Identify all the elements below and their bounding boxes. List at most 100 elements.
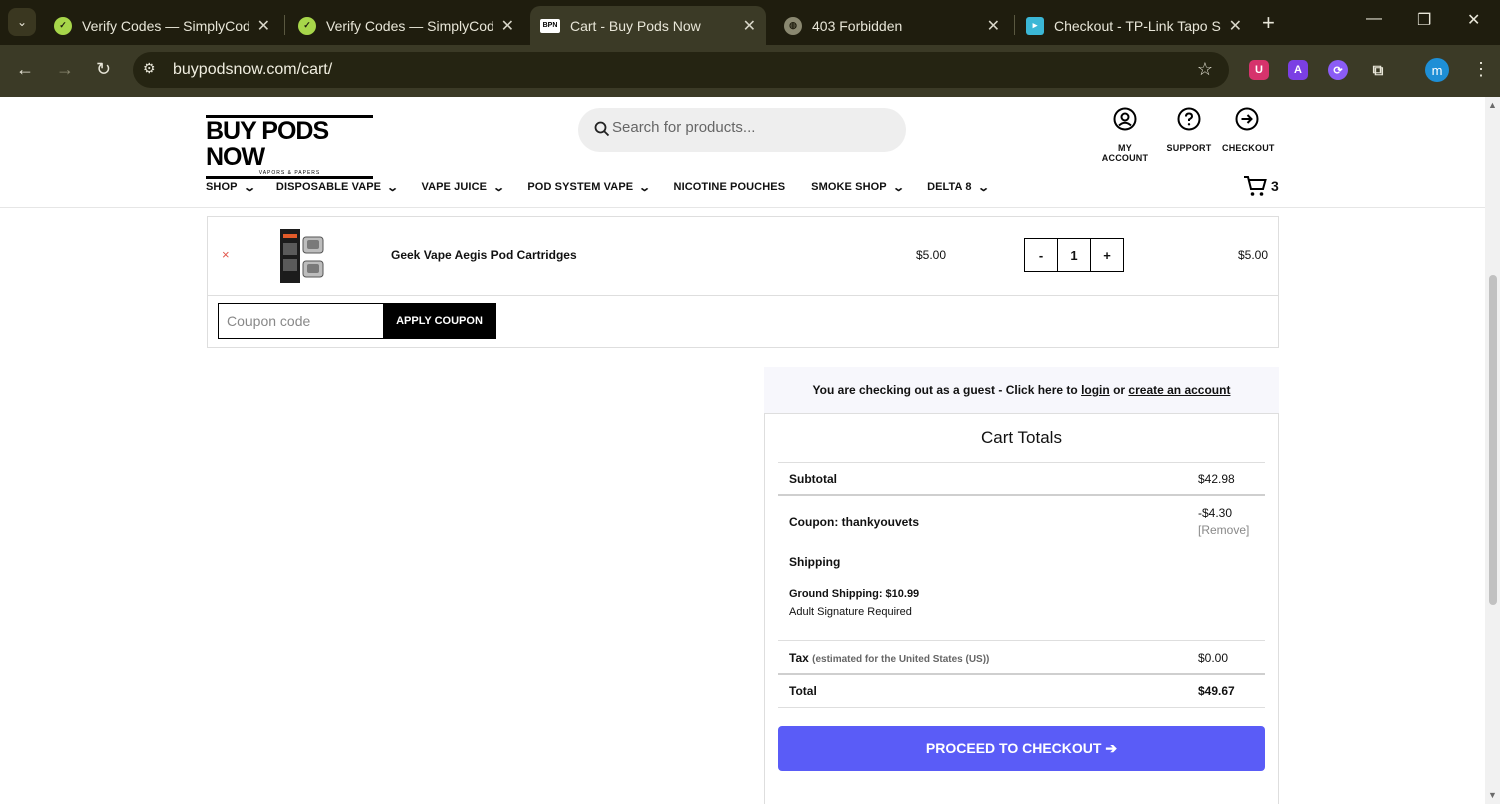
quantity-input[interactable]: 1 [1057, 239, 1091, 271]
cart-table: × Geek Vape Aegis Pod Cartridges $5.00 -… [207, 216, 1279, 348]
extension-a-icon[interactable]: A [1288, 60, 1308, 80]
coupon-label: Coupon: thankyouvets [789, 515, 920, 529]
close-tab-icon[interactable]: ✕ [987, 16, 1000, 36]
reload-icon[interactable]: ↻ [96, 59, 111, 80]
support-link[interactable]: SUPPORT [1166, 107, 1212, 153]
cart-count-badge: 3 [1271, 178, 1279, 194]
browser-tab-active[interactable]: BPN Cart - Buy Pods Now ✕ [530, 6, 766, 45]
cart-totals-title: Cart Totals [981, 428, 1062, 447]
line-subtotal: $5.00 [1237, 248, 1268, 262]
browser-tab-bar: ⌄ ✓ Verify Codes — SimplyCodes ✕ ✓ Verif… [0, 0, 1500, 45]
totals-divider [778, 494, 1265, 496]
create-account-link[interactable]: create an account [1128, 383, 1230, 397]
guest-checkout-notice: You are checking out as a guest - Click … [764, 367, 1279, 413]
tax-note: (estimated for the United States (US)) [812, 654, 990, 665]
browser-tab[interactable]: ◍ 403 Forbidden ✕ [774, 6, 1010, 45]
my-account-link[interactable]: MY ACCOUNT [1094, 107, 1156, 163]
new-tab-icon[interactable]: + [1262, 10, 1275, 36]
remove-coupon-link[interactable]: [Remove] [1198, 523, 1249, 537]
forward-icon[interactable]: → [56, 59, 74, 80]
tapo-icon: ▸ [1026, 16, 1044, 35]
product-search[interactable] [578, 108, 906, 152]
minimize-icon[interactable]: — [1366, 10, 1382, 28]
profile-avatar[interactable]: m [1425, 58, 1449, 82]
nav-item-smoke-shop[interactable]: SMOKE SHOP ⌄ [811, 177, 905, 197]
back-icon[interactable]: ← [16, 59, 34, 80]
nav-item-vape-juice[interactable]: VAPE JUICE ⌄ [421, 177, 506, 197]
close-tab-icon[interactable]: ✕ [743, 16, 756, 36]
bookmark-star-icon[interactable]: ☆ [1197, 59, 1213, 80]
cart-icon [1244, 176, 1267, 196]
product-price: $5.00 [916, 248, 947, 262]
ublock-extension-icon[interactable]: U [1249, 60, 1269, 80]
product-name-link[interactable]: Geek Vape Aegis Pod Cartridges [391, 248, 577, 262]
remove-item-button[interactable]: × [222, 247, 230, 262]
url-text[interactable]: buypodsnow.com/cart/ [173, 61, 332, 79]
close-tab-icon[interactable]: ✕ [501, 16, 514, 36]
search-icon [594, 121, 610, 137]
close-tab-icon[interactable]: ✕ [1229, 16, 1242, 36]
site-info-icon[interactable]: ⚙ [143, 60, 161, 78]
nav-label: SHOP [206, 181, 238, 193]
tab-title: Verify Codes — SimplyCodes [82, 17, 249, 34]
login-link[interactable]: login [1081, 383, 1110, 397]
logo-text: BUY PODS NOW [206, 115, 373, 170]
chevron-down-icon: ⌄ [386, 181, 400, 194]
nav-label: POD SYSTEM VAPE [527, 181, 634, 193]
main-nav: SHOP ⌄ DISPOSABLE VAPE ⌄ VAPE JUICE ⌄ POD S… [206, 177, 1008, 197]
scrollbar-thumb[interactable] [1489, 275, 1497, 605]
address-bar[interactable]: ⚙ buypodsnow.com/cart/ ☆ [133, 52, 1229, 88]
tab-search-button[interactable]: ⌄ [8, 8, 36, 36]
apply-coupon-button[interactable]: APPLY COUPON [383, 303, 496, 339]
page-content: BUY PODS NOW VAPORS & PAPERS MY ACCOUNT … [0, 97, 1500, 804]
quantity-increase-button[interactable]: + [1091, 239, 1123, 271]
nav-item-nicotine-pouches[interactable]: NICOTINE POUCHES [674, 177, 786, 197]
guest-notice-text: You are checking out as a guest - Click … [812, 383, 1078, 397]
chevron-down-icon: ⌄ [638, 181, 652, 194]
total-label: Total [789, 684, 817, 698]
support-label: SUPPORT [1166, 143, 1212, 153]
nav-label: DISPOSABLE VAPE [275, 181, 382, 193]
browser-tab[interactable]: ▸ Checkout - TP-Link Tapo Sto ✕ [1016, 6, 1252, 45]
proceed-to-checkout-button[interactable]: PROCEED TO CHECKOUT ➔ [778, 726, 1265, 771]
extension-icon[interactable]: ⟳ [1328, 60, 1348, 80]
my-account-label: MY ACCOUNT [1101, 143, 1149, 163]
close-window-icon[interactable]: ✕ [1467, 10, 1480, 30]
page-scrollbar[interactable]: ▲ ▼ [1485, 97, 1500, 804]
nav-item-delta-8[interactable]: DELTA 8 ⌄ [927, 177, 990, 197]
product-thumbnail[interactable] [280, 229, 326, 283]
site-logo[interactable]: BUY PODS NOW VAPORS & PAPERS [206, 115, 373, 179]
tab-separator [1014, 15, 1015, 35]
totals-divider [778, 673, 1265, 675]
nav-label: VAPE JUICE [421, 181, 488, 193]
nav-item-shop[interactable]: SHOP ⌄ [206, 177, 256, 197]
scroll-down-arrow-icon[interactable]: ▼ [1488, 790, 1497, 800]
browser-toolbar: ← → ↻ ⚙ buypodsnow.com/cart/ ☆ U A ⟳ ⧉ m… [0, 45, 1500, 97]
quantity-decrease-button[interactable]: - [1025, 239, 1057, 271]
puzzle-extensions-icon[interactable]: ⧉ [1368, 60, 1388, 80]
tab-title: Checkout - TP-Link Tapo Sto [1054, 17, 1221, 34]
browser-tab[interactable]: ✓ Verify Codes — SimplyCodes ✕ [44, 6, 280, 45]
tab-title: 403 Forbidden [812, 17, 903, 34]
chevron-down-icon: ⌄ [492, 181, 506, 194]
totals-divider [778, 462, 1265, 463]
menu-kebab-icon[interactable]: ⋮ [1472, 59, 1490, 80]
nav-item-disposable-vape[interactable]: DISPOSABLE VAPE ⌄ [275, 177, 400, 197]
tax-label: Tax [789, 651, 809, 665]
browser-tab[interactable]: ✓ Verify Codes — SimplyCodes ✕ [288, 6, 524, 45]
search-input[interactable] [612, 119, 882, 136]
shipping-method: Ground Shipping: $10.99 [789, 588, 920, 600]
nav-label: DELTA 8 [927, 181, 972, 193]
chevron-down-icon: ⌄ [891, 181, 905, 194]
header-divider [0, 207, 1485, 208]
nav-item-pod-system-vape[interactable]: POD SYSTEM VAPE ⌄ [527, 177, 652, 197]
close-tab-icon[interactable]: ✕ [257, 16, 270, 36]
restore-icon[interactable]: ❐ [1417, 10, 1431, 30]
checkout-label: CHECKOUT [1222, 143, 1275, 153]
checkout-link[interactable]: CHECKOUT [1222, 107, 1275, 153]
scroll-up-arrow-icon[interactable]: ▲ [1488, 100, 1497, 110]
coupon-code-input[interactable] [218, 303, 384, 339]
header-cart[interactable]: 3 [1243, 175, 1279, 197]
totals-divider [778, 640, 1265, 641]
quantity-stepper: - 1 + [1024, 238, 1124, 272]
